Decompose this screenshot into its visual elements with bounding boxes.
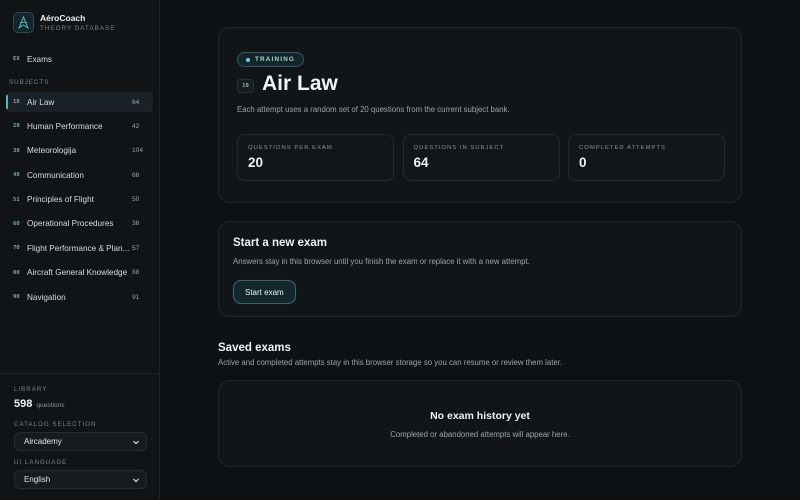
sidebar-item-air-law[interactable]: 10 Air Law 64 <box>6 92 153 112</box>
training-badge: TRAINING <box>237 52 305 67</box>
sidebar-item-flight-performance[interactable]: 70 Flight Performance & Plan... 57 <box>6 238 153 258</box>
empty-state-title: No exam history yet <box>430 410 530 422</box>
start-exam-card: Start a new exam Answers stay in this br… <box>218 221 742 317</box>
sidebar-item-aircraft-general-knowledge[interactable]: 80 Aircraft General Knowledge 88 <box>6 263 153 283</box>
subject-code: 40 <box>13 172 20 179</box>
stat-completed-attempts: COMPLETED ATTEMPTS 0 <box>568 134 725 181</box>
sidebar-item-meteorologija[interactable]: 30 Meteorologija 104 <box>6 141 153 161</box>
subject-count: 66 <box>132 171 140 179</box>
nav-item-exams[interactable]: EX Exams <box>6 50 153 68</box>
stat-label: QUESTIONS IN SUBJECT <box>413 145 505 151</box>
subject-code: 30 <box>13 147 20 154</box>
subject-label: Human Performance <box>27 121 103 131</box>
catalog-label: CATALOG SELECTION <box>14 421 97 428</box>
stat-value: 0 <box>579 155 587 170</box>
subject-label: Navigation <box>27 292 66 302</box>
library-count-unit: questions <box>36 402 65 409</box>
sidebar-item-principles-of-flight[interactable]: 51 Principles of Flight 50 <box>6 190 153 210</box>
start-exam-description: Answers stay in this browser until you f… <box>233 257 530 266</box>
saved-exams-description: Active and completed attempts stay in th… <box>218 358 563 367</box>
page-title: Air Law <box>262 72 338 95</box>
subject-label: Principles of Flight <box>27 195 94 205</box>
subject-label: Flight Performance & Plan... <box>27 243 130 253</box>
subject-count: 36 <box>132 220 140 228</box>
subject-count: 64 <box>132 98 140 106</box>
sidebar-footer: LIBRARY 598 questions CATALOG SELECTION … <box>0 373 160 500</box>
subject-count: 88 <box>132 269 140 277</box>
start-exam-title: Start a new exam <box>233 237 327 249</box>
subject-label: Meteorologija <box>27 146 77 156</box>
brand-name: AéroCoach <box>40 12 86 23</box>
sidebar-item-communication[interactable]: 40 Communication 66 <box>6 165 153 185</box>
subject-hero-card: TRAINING 10 Air Law Each attempt uses a … <box>218 27 742 203</box>
main-content: TRAINING 10 Air Law Each attempt uses a … <box>160 0 800 500</box>
nav-code: EX <box>13 56 20 62</box>
stat-value: 20 <box>248 155 264 170</box>
stat-questions-in-subject: QUESTIONS IN SUBJECT 64 <box>402 134 560 181</box>
subject-code: 70 <box>13 245 20 252</box>
catalog-select-value: Aircademy <box>24 437 62 446</box>
empty-state-description: Completed or abandoned attempts will app… <box>390 430 570 439</box>
stat-questions-per-exam: QUESTIONS PER EXAM 20 <box>237 134 394 181</box>
subject-label: Communication <box>27 170 84 180</box>
subject-code: 60 <box>13 220 20 227</box>
subject-code: 90 <box>13 294 20 301</box>
subject-label: Operational Procedures <box>27 219 114 229</box>
exam-history-empty-state: No exam history yet Completed or abandon… <box>218 380 742 467</box>
chevron-down-icon <box>133 478 139 482</box>
language-select-value: English <box>24 475 51 484</box>
subject-count: 50 <box>132 196 140 204</box>
subject-code-chip: 10 <box>237 79 254 93</box>
subject-count: 57 <box>132 244 140 252</box>
subjects-heading: SUBJECTS <box>9 79 50 86</box>
library-count: 598 questions <box>14 398 65 410</box>
stat-label: COMPLETED ATTEMPTS <box>579 145 666 151</box>
subject-count: 104 <box>132 147 144 155</box>
brand-subtitle: THEORY DATABASE <box>40 24 116 32</box>
subject-label: Aircraft General Knowledge <box>27 268 128 278</box>
stat-value: 64 <box>413 155 429 170</box>
chevron-down-icon <box>133 440 139 444</box>
subject-code: 20 <box>13 123 20 130</box>
nav-label: Exams <box>27 54 53 64</box>
library-label: LIBRARY <box>14 386 48 393</box>
logo-icon <box>13 12 34 33</box>
sidebar: AéroCoach THEORY DATABASE EX Exams SUBJE… <box>0 0 160 500</box>
stat-label: QUESTIONS PER EXAM <box>248 145 333 151</box>
catalog-select[interactable]: Aircademy <box>14 432 147 451</box>
stats-row: QUESTIONS PER EXAM 20 QUESTIONS IN SUBJE… <box>237 134 725 181</box>
library-count-value: 598 <box>14 398 33 410</box>
start-exam-button[interactable]: Start exam <box>233 280 296 304</box>
brand[interactable]: AéroCoach THEORY DATABASE <box>13 12 115 33</box>
hero-description: Each attempt uses a random set of 20 que… <box>237 105 510 114</box>
subject-count: 91 <box>132 293 140 301</box>
language-label: UI LANGUAGE <box>14 459 68 466</box>
subject-code: 51 <box>13 196 20 203</box>
subject-list: 10 Air Law 64 20 Human Performance 42 30… <box>6 92 153 312</box>
subject-code: 10 <box>13 99 20 105</box>
subject-count: 42 <box>132 122 140 130</box>
subject-label: Air Law <box>27 97 55 107</box>
training-badge-label: TRAINING <box>255 56 296 63</box>
sidebar-item-navigation[interactable]: 90 Navigation 91 <box>6 287 153 307</box>
language-select[interactable]: English <box>14 470 147 489</box>
sidebar-item-human-performance[interactable]: 20 Human Performance 42 <box>6 116 153 136</box>
sidebar-item-operational-procedures[interactable]: 60 Operational Procedures 36 <box>6 214 153 234</box>
status-dot-icon <box>246 57 250 62</box>
saved-exams-title: Saved exams <box>218 342 291 354</box>
subject-code: 80 <box>13 269 20 276</box>
